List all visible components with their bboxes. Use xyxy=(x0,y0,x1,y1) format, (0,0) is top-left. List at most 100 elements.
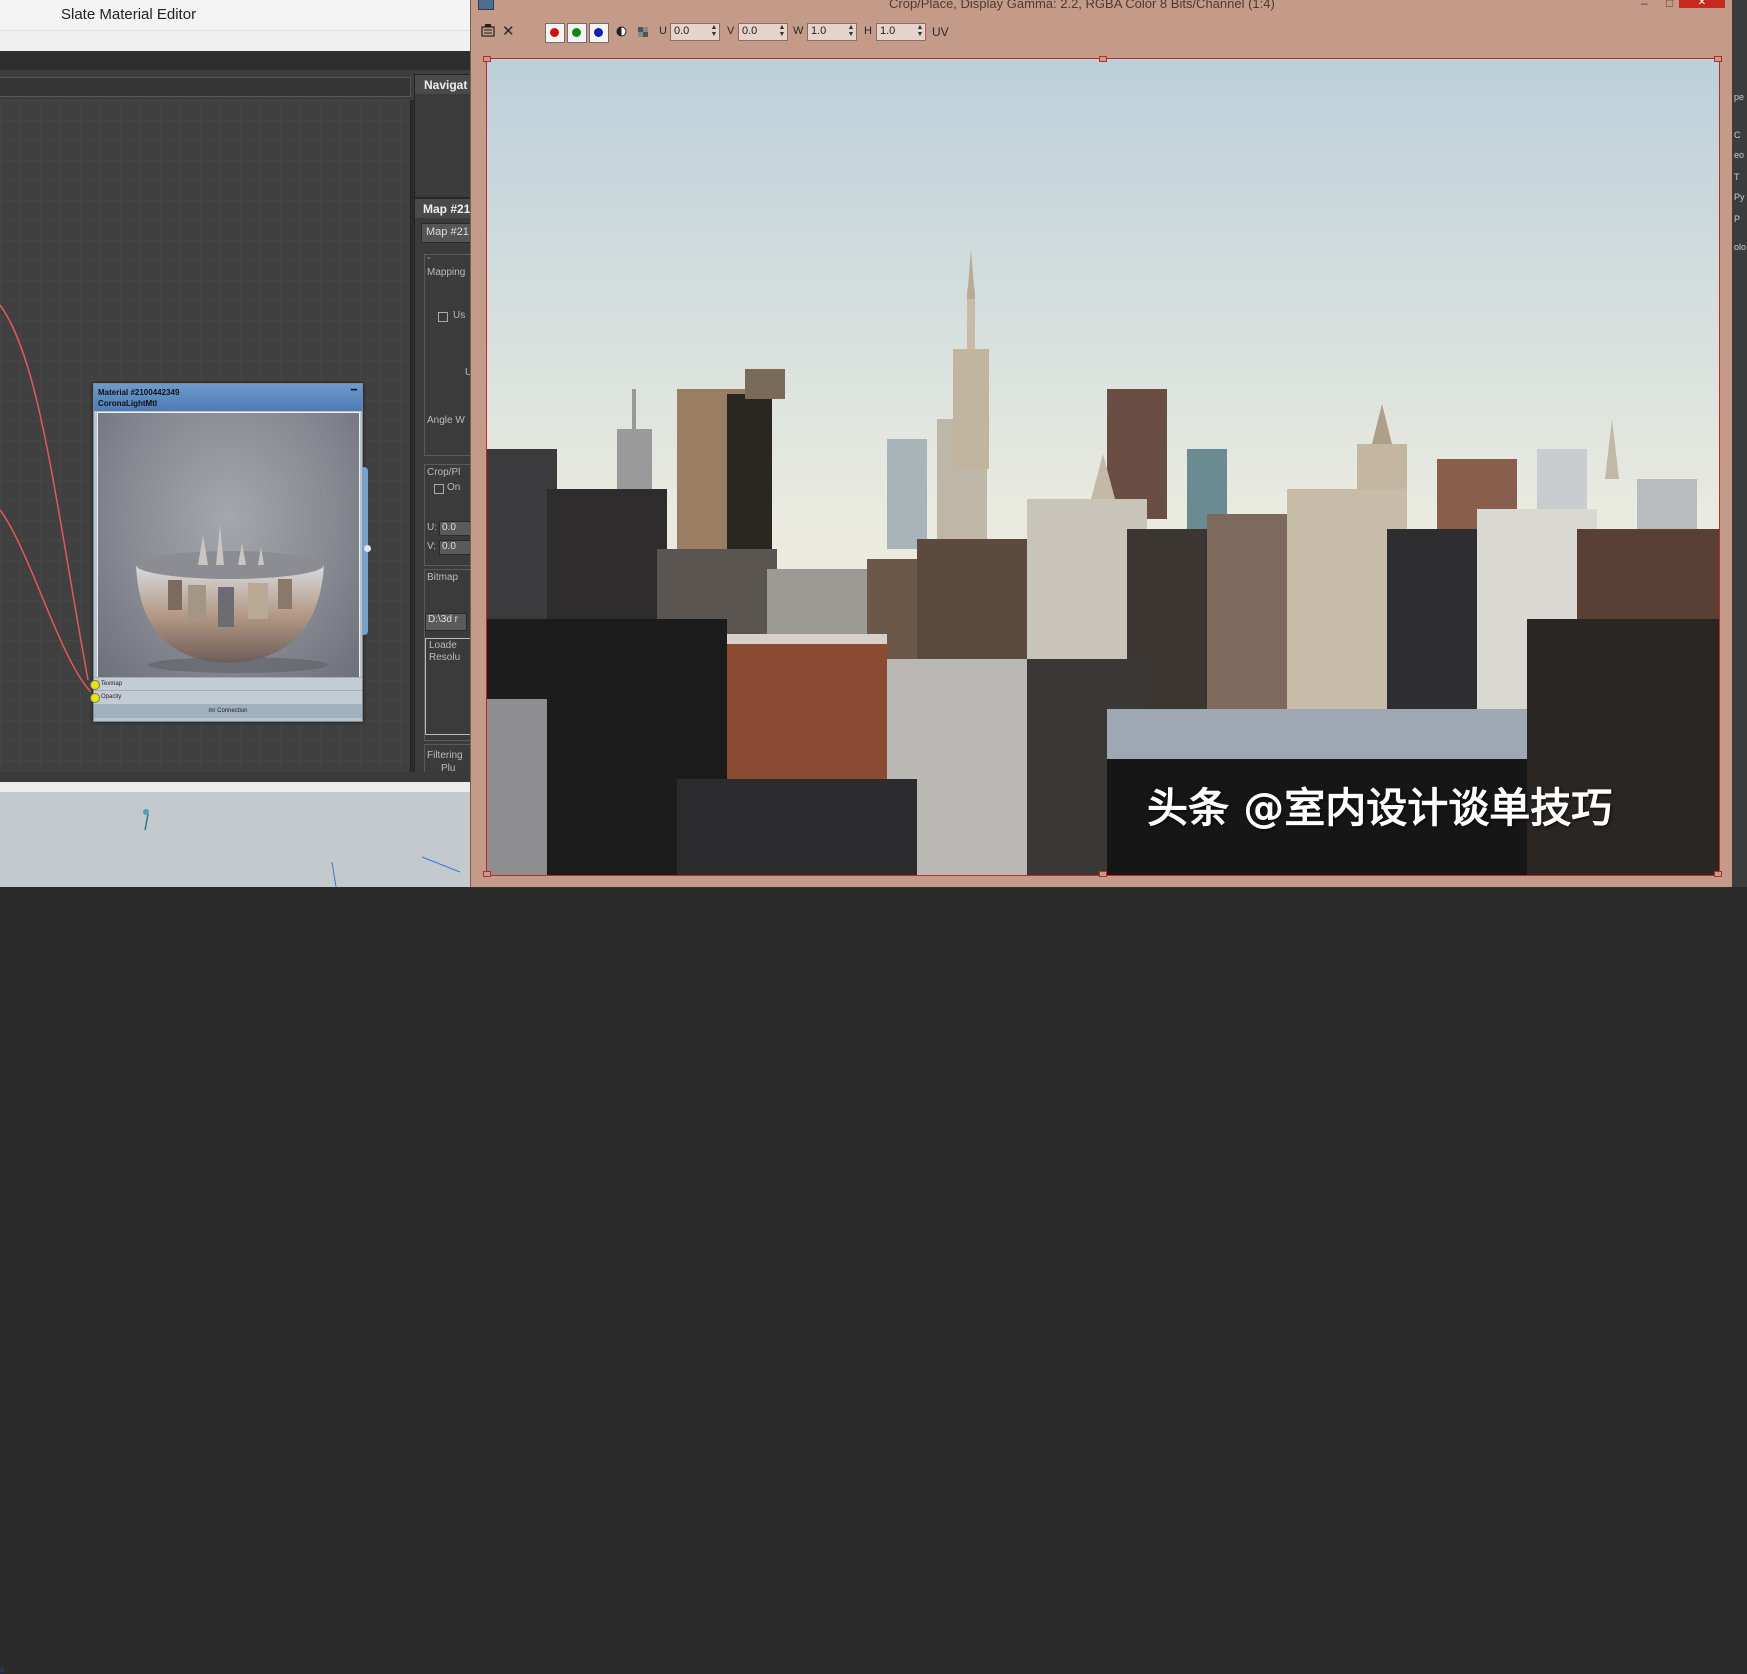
green-channel-icon xyxy=(572,28,581,37)
mono-channel-icon[interactable] xyxy=(616,26,627,37)
strip-item[interactable]: olo xyxy=(1734,242,1746,252)
bitmap-rollout: Bitmap D:\3d r Loade Resolu xyxy=(424,569,471,741)
angle-label: Angle W xyxy=(427,415,465,426)
view-tab-field[interactable] xyxy=(0,77,411,97)
window-title: Slate Material Editor xyxy=(61,6,197,23)
mapping-label: Mapping xyxy=(427,267,466,278)
coordinates-rollout: - Mapping Us U Angle W xyxy=(424,253,471,456)
red-channel-icon xyxy=(550,28,559,37)
use-checkbox[interactable] xyxy=(438,312,448,322)
map-name-value: Map #21 xyxy=(426,226,469,238)
connection-label: mr Connection xyxy=(208,708,248,714)
v-field-label: V: xyxy=(427,541,437,552)
v-spinner[interactable]: 0.0 ▲ ▼ xyxy=(738,23,788,41)
crop-toolbar: ✕ U 0.0 ▲▼ V 0.0 ▲▼ W 1.0 ▲▼ H 1.0 ▲ xyxy=(471,18,1733,46)
output-socket[interactable] xyxy=(364,545,371,552)
uv-toggle[interactable]: UV xyxy=(932,25,949,39)
navigator-panel: Navigat xyxy=(414,74,472,198)
spinner-arrows-icon[interactable]: ▲ ▼ xyxy=(778,24,786,38)
h-label: H xyxy=(864,25,872,37)
red-channel-button[interactable] xyxy=(545,23,565,43)
green-channel-button[interactable] xyxy=(567,23,587,43)
watermark-text: 头条 @室内设计谈单技巧 xyxy=(1147,784,1613,832)
u-spinner[interactable]: 0.0 ▲ ▼ xyxy=(670,23,720,41)
bowl-preview-image xyxy=(136,525,328,673)
strip-item[interactable]: Py xyxy=(1734,192,1745,202)
w-spinner[interactable]: 1.0 ▲ ▼ xyxy=(807,23,857,41)
crop-u-value: 0.0 xyxy=(442,522,456,533)
navigator-title-text: Navigat xyxy=(424,78,468,92)
minimize-node-icon[interactable]: ━ xyxy=(351,385,357,396)
material-node[interactable]: Material #2100442349 CoronaLightMtl ━ Te… xyxy=(90,383,363,722)
crop-v-field[interactable]: 0.0 xyxy=(439,540,471,555)
close-window-button[interactable]: ✕ xyxy=(1679,0,1725,8)
save-icon[interactable] xyxy=(481,24,495,38)
crop-handle-bottom-left[interactable] xyxy=(483,871,491,877)
crop-window-title: Crop/Place, Display Gamma: 2.2, RGBA Col… xyxy=(889,0,1275,11)
strip-item[interactable]: P xyxy=(1734,214,1740,224)
menubar xyxy=(0,30,470,52)
editor-top-strip xyxy=(0,51,470,70)
crop-handle-top[interactable] xyxy=(1099,56,1107,62)
socket-texmap[interactable] xyxy=(90,680,100,690)
w-value: 1.0 xyxy=(811,25,827,37)
rollout-toggle[interactable]: - xyxy=(427,253,430,264)
slate-editor-titlebar: Slate Material Editor xyxy=(0,0,470,30)
blue-channel-icon xyxy=(594,28,603,37)
strip-item[interactable]: T xyxy=(1734,172,1740,182)
node-name: Material #2100442349 xyxy=(98,388,180,397)
node-type: CoronaLightMtl xyxy=(98,399,158,408)
strip-item[interactable]: pe xyxy=(1734,92,1744,102)
mr-connection-row[interactable]: mr Connection xyxy=(94,704,362,718)
maximize-icon[interactable]: □ xyxy=(1666,0,1673,10)
u-field-label: U: xyxy=(427,522,437,533)
crop-titlebar: Crop/Place, Display Gamma: 2.2, RGBA Col… xyxy=(471,0,1733,18)
crop-place-rollout: Crop/Pl On U: 0.0 V: 0.0 xyxy=(424,464,471,566)
bitmap-info-box: Loade Resolu xyxy=(425,638,471,735)
spinner-arrows-icon[interactable]: ▲ ▼ xyxy=(710,24,718,38)
map-panel-title: Map #21 xyxy=(415,199,471,218)
crop-label: Crop/Pl xyxy=(427,467,461,478)
crop-handle-bottom-right[interactable] xyxy=(1714,871,1722,877)
u-label: U xyxy=(659,25,667,37)
node-header[interactable]: Material #2100442349 CoronaLightMtl ━ xyxy=(94,384,362,411)
bitmap-label: Bitmap xyxy=(427,572,459,583)
slot-texmap[interactable]: Texmap xyxy=(90,677,362,691)
v-label: V xyxy=(727,25,735,37)
close-crop-icon[interactable]: ✕ xyxy=(502,22,515,40)
slot-opacity[interactable]: Opacity xyxy=(90,690,362,704)
crop-u-field[interactable]: 0.0 xyxy=(439,521,471,536)
slate-bottom-bar xyxy=(0,782,470,792)
h-spinner[interactable]: 1.0 ▲ ▼ xyxy=(876,23,926,41)
socket-opacity[interactable] xyxy=(90,693,100,703)
info-line-loaded: Loade xyxy=(429,640,457,651)
bitmap-path-button[interactable]: D:\3d r xyxy=(425,613,467,631)
minimize-icon[interactable]: – xyxy=(1641,0,1648,10)
blue-channel-button[interactable] xyxy=(589,23,609,43)
checker-background-icon[interactable] xyxy=(638,27,648,37)
crop-bottom-edge xyxy=(471,878,1733,887)
h-value: 1.0 xyxy=(880,25,896,37)
crop-v-value: 0.0 xyxy=(442,541,456,552)
crop-handle-bottom[interactable] xyxy=(1099,871,1107,877)
slot-label: Texmap xyxy=(101,681,123,687)
crop-image-region[interactable]: 头条 @室内设计谈单技巧 xyxy=(486,58,1720,876)
use-label: Us xyxy=(453,310,466,321)
crop-place-window: Crop/Place, Display Gamma: 2.2, RGBA Col… xyxy=(470,0,1733,887)
right-command-strip: pe C eo T Py P olo xyxy=(1732,0,1747,887)
app-icon xyxy=(478,0,494,10)
strip-item[interactable]: eo xyxy=(1734,150,1744,160)
on-label: On xyxy=(447,482,461,493)
crop-on-checkbox[interactable] xyxy=(434,484,444,494)
crop-handle-top-left[interactable] xyxy=(483,56,491,62)
slot-label: Opacity xyxy=(101,694,122,700)
crop-handle-top-right[interactable] xyxy=(1714,56,1722,62)
slate-status-bar xyxy=(0,772,470,782)
map-parameter-panel: Map #21 Map #21 - Mapping Us U Angle W C… xyxy=(414,198,472,776)
strip-item[interactable]: C xyxy=(1734,130,1741,140)
spinner-arrows-icon[interactable]: ▲ ▼ xyxy=(847,24,855,38)
viewport-link[interactable]: s xyxy=(0,1665,4,1674)
map-name-field[interactable]: Map #21 xyxy=(421,223,471,243)
spinner-arrows-icon[interactable]: ▲ ▼ xyxy=(916,24,924,38)
info-line-resolution: Resolu xyxy=(429,652,461,663)
